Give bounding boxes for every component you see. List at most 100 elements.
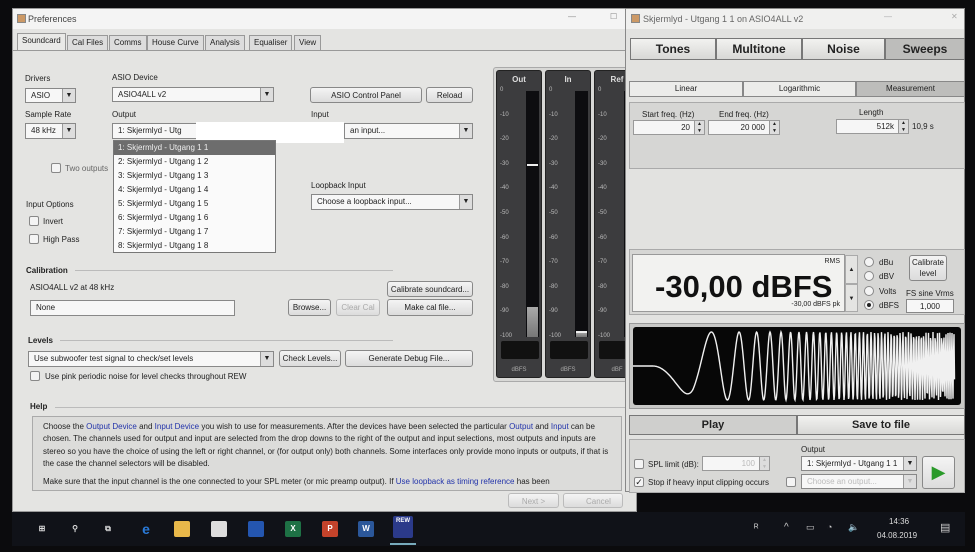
loopback-select[interactable]: Choose a loopback input... ▼ <box>311 194 473 210</box>
make-cal-file-button[interactable]: Make cal file... <box>387 299 473 316</box>
second-output-checkbox[interactable] <box>786 477 796 487</box>
tab-cal-files[interactable]: Cal Files <box>67 35 109 50</box>
browse-button[interactable]: Browse... <box>288 299 331 316</box>
level-up-button[interactable]: ▲ <box>845 255 858 284</box>
length-input[interactable]: 512k ▲ ▼ <box>836 119 909 134</box>
subtab-measurement[interactable]: Measurement <box>856 81 965 97</box>
powerpoint-icon[interactable]: P <box>322 521 338 537</box>
end-freq-input[interactable]: 20 000 ▲ ▼ <box>708 120 780 135</box>
shield-app-icon[interactable] <box>248 521 264 537</box>
calibrate-level-button[interactable]: Calibrate level <box>909 255 947 281</box>
meter-level-fill <box>527 307 538 337</box>
level-down-button[interactable]: ▼ <box>845 284 858 312</box>
list-item[interactable]: 7: Skjermlyd - Utgang 1 7 <box>114 225 275 239</box>
fs-sine-input[interactable]: 1,000 <box>906 299 954 313</box>
rew-icon[interactable]: REW <box>393 516 413 538</box>
levels-select[interactable]: Use subwoofer test signal to check/set l… <box>28 351 274 367</box>
dbfs-radio[interactable] <box>864 300 874 310</box>
asio-device-select[interactable]: ASIO4ALL v2 ▼ <box>112 87 274 102</box>
high-pass-checkbox[interactable] <box>29 234 39 244</box>
minimize-icon[interactable]: — <box>884 12 892 21</box>
help-link[interactable]: Output Device <box>86 422 137 431</box>
edge-icon[interactable]: e <box>138 521 154 537</box>
list-item[interactable]: 1: Skjermlyd - Utgang 1 1 <box>114 141 275 155</box>
volts-radio[interactable] <box>864 286 874 296</box>
second-output-select[interactable]: Choose an output... ▼ <box>801 474 917 489</box>
excel-icon[interactable]: X <box>285 521 301 537</box>
help-link[interactable]: Input Device <box>155 422 199 431</box>
word-icon[interactable]: W <box>358 521 374 537</box>
two-outputs-checkbox[interactable] <box>51 163 61 173</box>
calibrate-soundcard-button[interactable]: Calibrate soundcard... <box>387 281 473 297</box>
next-button[interactable]: Next > <box>508 493 559 508</box>
tab-soundcard[interactable]: Soundcard <box>17 33 66 51</box>
maximize-icon[interactable]: ☐ <box>610 12 617 21</box>
spl-limit-checkbox[interactable] <box>634 459 644 469</box>
asio-control-panel-button[interactable]: ASIO Control Panel <box>310 87 422 103</box>
cancel-button[interactable]: Cancel <box>563 493 623 508</box>
list-item[interactable]: 3: Skjermlyd - Utgang 1 3 <box>114 169 275 183</box>
dbv-radio[interactable] <box>864 271 874 281</box>
tab-equaliser[interactable]: Equaliser <box>249 35 293 50</box>
tab-multitone[interactable]: Multitone <box>716 38 802 60</box>
help-link[interactable]: Input <box>551 422 569 431</box>
tab-tones[interactable]: Tones <box>630 38 716 60</box>
spinner-arrows-icon[interactable]: ▲ ▼ <box>898 120 908 133</box>
notifications-icon[interactable]: ▤ <box>940 521 950 534</box>
start-button[interactable]: ▶ <box>922 456 955 489</box>
tab-sweeps[interactable]: Sweeps <box>885 38 965 60</box>
tab-view[interactable]: View <box>294 35 322 50</box>
reload-button[interactable]: Reload <box>426 87 473 103</box>
sample-rate-select[interactable]: 48 kHz ▼ <box>25 123 76 139</box>
volume-icon[interactable]: 🔈 <box>848 522 859 533</box>
save-to-file-button[interactable]: Save to file <box>797 415 965 435</box>
output-value: 1: Skjermlyd - Utg <box>118 126 182 135</box>
store-icon[interactable] <box>211 521 227 537</box>
clock-time[interactable]: 14:36 <box>889 517 909 526</box>
list-item[interactable]: 8: Skjermlyd - Utgang 1 8 <box>114 239 275 253</box>
input-select[interactable]: an input... ▼ <box>344 123 473 139</box>
dbu-radio[interactable] <box>864 257 874 267</box>
chevron-up-icon[interactable]: ^ <box>784 522 789 533</box>
meter-tick-label: 0 <box>500 87 504 93</box>
list-item[interactable]: 4: Skjermlyd - Utgang 1 4 <box>114 183 275 197</box>
help-link[interactable]: Use loopback as timing reference <box>396 477 515 486</box>
spinner-arrows-icon[interactable]: ▲ ▼ <box>759 457 769 470</box>
help-link[interactable]: Output <box>509 422 533 431</box>
windows-start-icon[interactable]: ⊞ <box>34 521 50 537</box>
output-dropdown-list[interactable]: 1: Skjermlyd - Utgang 1 1 2: Skjermlyd -… <box>113 140 276 253</box>
tab-noise[interactable]: Noise <box>802 38 885 60</box>
wifi-icon[interactable]: ◔ <box>827 522 832 532</box>
file-explorer-icon[interactable] <box>174 521 190 537</box>
invert-checkbox[interactable] <box>29 216 39 226</box>
meter-tick-label: -80 <box>500 283 509 290</box>
list-item[interactable]: 6: Skjermlyd - Utgang 1 6 <box>114 211 275 225</box>
generate-debug-button[interactable]: Generate Debug File... <box>345 350 473 367</box>
output-select[interactable]: 1: Skjermlyd - Utgang 1 1 ▼ <box>801 456 917 471</box>
clock-date[interactable]: 04.08.2019 <box>877 531 917 540</box>
list-item[interactable]: 2: Skjermlyd - Utgang 1 2 <box>114 155 275 169</box>
subtab-linear[interactable]: Linear <box>629 81 743 97</box>
close-icon[interactable]: ✕ <box>951 12 958 21</box>
list-item[interactable]: 5: Skjermlyd - Utgang 1 5 <box>114 197 275 211</box>
tab-comms[interactable]: Comms <box>109 35 147 50</box>
pink-noise-checkbox[interactable] <box>30 371 40 381</box>
tab-analysis[interactable]: Analysis <box>205 35 245 50</box>
subtab-logarithmic[interactable]: Logarithmic <box>743 81 856 97</box>
play-button[interactable]: Play <box>629 415 797 435</box>
minimize-icon[interactable]: — <box>568 12 576 21</box>
spinner-arrows-icon[interactable]: ▲ ▼ <box>694 121 704 134</box>
stop-clipping-checkbox[interactable]: ✓ <box>634 477 644 487</box>
clear-cal-button[interactable]: Clear Cal <box>336 299 380 316</box>
drivers-select[interactable]: ASIO ▼ <box>25 88 76 103</box>
people-icon[interactable]: ᴿ <box>754 523 759 534</box>
search-icon[interactable]: ⚲ <box>67 521 83 537</box>
tab-house-curve[interactable]: House Curve <box>147 35 204 50</box>
cal-file-field[interactable]: None <box>30 300 235 316</box>
spl-limit-input[interactable]: 100 ▲ ▼ <box>702 456 770 471</box>
task-view-icon[interactable]: ⧉ <box>100 521 116 537</box>
check-levels-button[interactable]: Check Levels... <box>279 350 341 367</box>
start-freq-input[interactable]: 20 ▲ ▼ <box>633 120 705 135</box>
spinner-arrows-icon[interactable]: ▲ ▼ <box>769 121 779 134</box>
battery-icon[interactable]: ▭ <box>806 522 815 533</box>
